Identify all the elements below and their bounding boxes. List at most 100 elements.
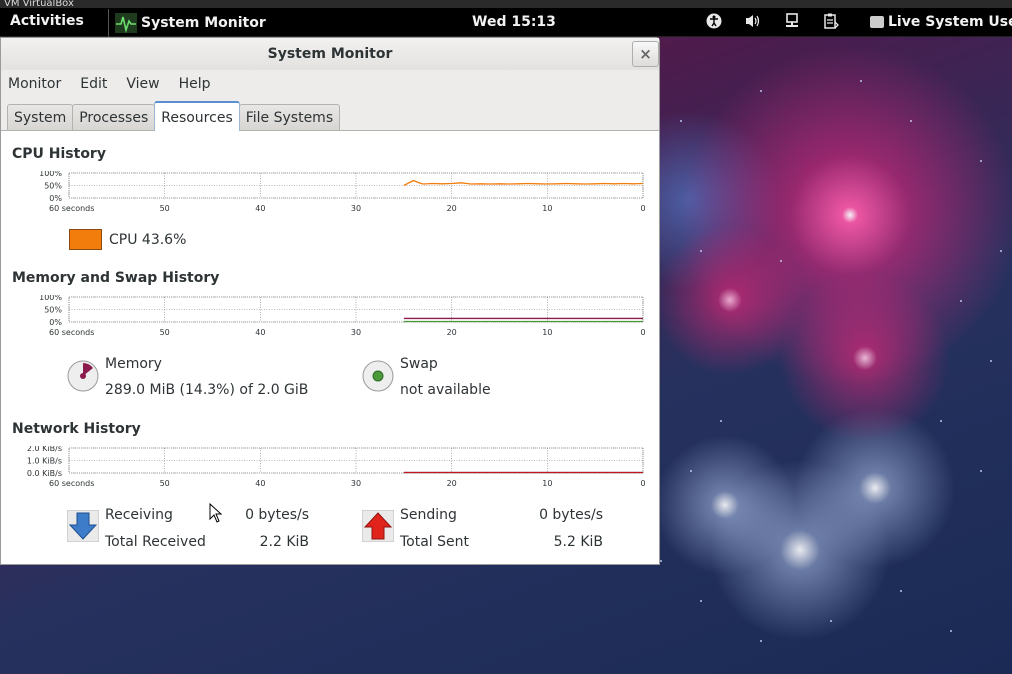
network-y-tick-label: 1.0 KiB/s: [27, 457, 62, 466]
mouse-cursor-icon: [209, 503, 223, 523]
memory-y-tick-label: 100%: [39, 295, 62, 302]
sending-value: 0 bytes/s: [539, 507, 603, 523]
memory-x-tick-label: 30: [351, 328, 361, 337]
app-menu-button[interactable]: System Monitor: [108, 9, 266, 37]
clock[interactable]: Wed 15:13: [472, 14, 556, 30]
volume-icon[interactable]: [744, 12, 762, 30]
cpu-color-swatch[interactable]: [69, 229, 102, 250]
total-received-value: 2.2 KiB: [259, 534, 309, 550]
cpu-label: CPU: [109, 232, 138, 248]
network-y-tick-label: 2.0 KiB/s: [27, 446, 62, 453]
sparkle: [860, 80, 862, 82]
system-monitor-icon: [115, 13, 137, 33]
window-title: System Monitor: [267, 46, 393, 62]
sparkle: [950, 630, 952, 632]
menu-bar: Monitor Edit View Help: [1, 72, 223, 98]
tab-bar: System Processes Resources File Systems: [7, 101, 341, 131]
network-y-tick-label: 0.0 KiB/s: [27, 469, 62, 478]
cpu-history-title: CPU History: [12, 146, 106, 162]
network-x-tick-label: 10: [542, 479, 552, 488]
sparkle: [760, 640, 762, 642]
virtualbox-title: VM VirtualBox: [4, 0, 74, 8]
memory-x-tick-label: 0: [640, 328, 645, 337]
user-name: Live System User: [888, 14, 1012, 30]
swap-pie-icon[interactable]: [362, 360, 394, 392]
sparkle: [960, 300, 962, 302]
activities-button[interactable]: Activities: [10, 13, 84, 29]
menu-monitor[interactable]: Monitor: [1, 72, 68, 98]
total-received-label: Total Received: [105, 534, 206, 550]
sparkle: [760, 90, 762, 92]
tab-resources[interactable]: Resources: [154, 101, 240, 131]
accessibility-icon[interactable]: [705, 12, 723, 30]
sparkle: [980, 160, 982, 162]
virtualbox-title-strip: VM VirtualBox: [0, 0, 1012, 8]
memory-x-tick-label: 40: [255, 328, 265, 337]
cpu-x-tick-label: 50: [160, 204, 170, 213]
tab-processes[interactable]: Processes: [72, 104, 156, 131]
memory-x-tick-label: 10: [542, 328, 552, 337]
sparkle: [900, 590, 902, 592]
cpu-history-graph: 100% 50% 0%60 seconds 50 40 30 20 10 0: [39, 171, 645, 213]
network-x-tick-label: 50: [160, 479, 170, 488]
cpu-value: 43.6%: [141, 232, 187, 248]
window-titlebar[interactable]: System Monitor ×: [1, 38, 659, 70]
sparkle: [700, 600, 702, 602]
receiving-arrow-icon[interactable]: [67, 510, 99, 542]
top-bar: VM VirtualBox Activities System Monitor …: [0, 0, 1012, 37]
cpu-y-tick-label: 0%: [49, 194, 62, 203]
resources-panel: CPU History 100% 50% 0% 60 seconds 50 40 30 20 1…: [1, 130, 659, 564]
menu-help[interactable]: Help: [172, 72, 218, 98]
cpu-x-tick-label: 30: [351, 204, 361, 213]
cpu-x-tick-label: 10: [542, 204, 552, 213]
swap-value: not available: [400, 382, 491, 398]
cpu-x-tick-label: 20: [447, 204, 457, 213]
app-menu-label: System Monitor: [141, 15, 266, 31]
memory-y-tick-label: 50%: [44, 306, 62, 315]
sparkle: [720, 420, 722, 422]
receiving-value: 0 bytes/s: [245, 507, 309, 523]
menu-view[interactable]: View: [119, 72, 166, 98]
memory-x-tick-label: 20: [447, 328, 457, 337]
sending-arrow-icon[interactable]: [362, 510, 394, 542]
memory-history-graph: 100% 50% 0%60 seconds 50 40 30 20 10 0: [39, 295, 645, 337]
sparkle: [910, 120, 912, 122]
swap-label: Swap: [400, 356, 438, 372]
cpu-x-tick-label: 0: [640, 204, 645, 213]
system-monitor-window: System Monitor × Monitor Edit View Help …: [0, 37, 660, 565]
memory-history-title: Memory and Swap History: [12, 270, 220, 286]
sparkle: [660, 560, 662, 562]
cpu-x-tick-label: 40: [255, 204, 265, 213]
memory-y-tick-label: 0%: [49, 318, 62, 327]
tab-system[interactable]: System: [7, 104, 74, 131]
network-x-tick-label: 30: [351, 479, 361, 488]
close-icon: ×: [639, 45, 652, 63]
memory-x-tick-label: 60 seconds: [49, 328, 94, 337]
sparkle: [680, 120, 682, 122]
network-x-tick-label: 0: [640, 479, 645, 488]
close-button[interactable]: ×: [632, 41, 659, 67]
network-history-title: Network History: [12, 421, 141, 437]
menu-edit[interactable]: Edit: [73, 72, 114, 98]
network-wired-icon[interactable]: [783, 12, 801, 30]
network-history-graph: 2.0 KiB/s 1.0 KiB/s 0.0 KiB/s60 seconds 50 4…: [27, 446, 646, 488]
sparkle: [780, 260, 782, 262]
sparkle: [980, 470, 982, 472]
receiving-label: Receiving: [105, 507, 173, 523]
network-x-tick-label: 20: [447, 479, 457, 488]
sparkle: [990, 360, 992, 362]
network-x-tick-label: 60 seconds: [49, 479, 94, 488]
sparkle: [690, 470, 692, 472]
sparkle: [1000, 250, 1002, 252]
total-sent-label: Total Sent: [400, 534, 470, 550]
cpu-y-tick-label: 100%: [39, 171, 62, 178]
clipboard-icon[interactable]: [822, 12, 840, 30]
user-status-icon: [870, 16, 884, 28]
memory-pie-icon[interactable]: [67, 360, 99, 392]
sparkle: [700, 250, 702, 252]
cpu-legend: CPU 43.6%: [109, 232, 186, 248]
tab-file-systems[interactable]: File Systems: [238, 104, 341, 131]
cpu-x-tick-label: 60 seconds: [49, 204, 94, 213]
total-sent-value: 5.2 KiB: [553, 534, 603, 550]
user-menu-button[interactable]: Live System User: [870, 14, 1012, 30]
